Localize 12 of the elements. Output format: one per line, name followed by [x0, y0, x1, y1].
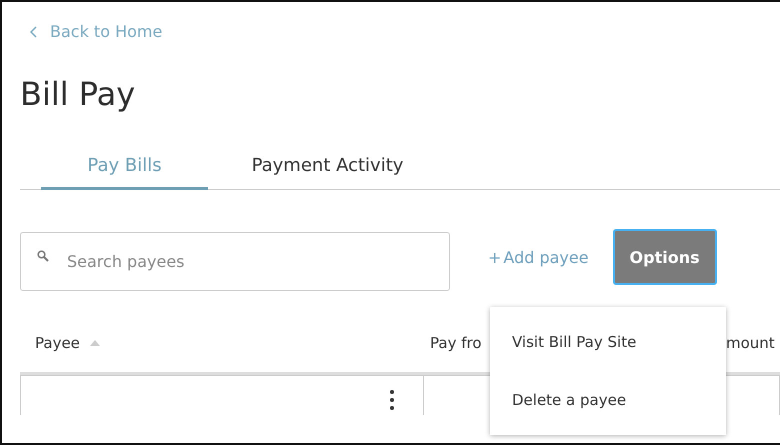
- search-icon: [37, 250, 49, 262]
- menu-item[interactable]: Delete a payee: [490, 371, 726, 429]
- page-title: Bill Pay: [20, 75, 136, 113]
- back-link-label: Back to Home: [50, 22, 162, 41]
- column-header[interactable]: Pay fro: [430, 334, 482, 352]
- column-header[interactable]: mount: [726, 334, 775, 352]
- search-field[interactable]: Search payees: [20, 232, 450, 290]
- menu-item[interactable]: Visit Bill Pay Site: [490, 313, 726, 371]
- tab[interactable]: Payment Activity: [230, 149, 425, 190]
- options-button[interactable]: Options: [612, 229, 717, 285]
- chevron-left-icon: [30, 26, 38, 38]
- column-header[interactable]: Payee: [35, 334, 80, 352]
